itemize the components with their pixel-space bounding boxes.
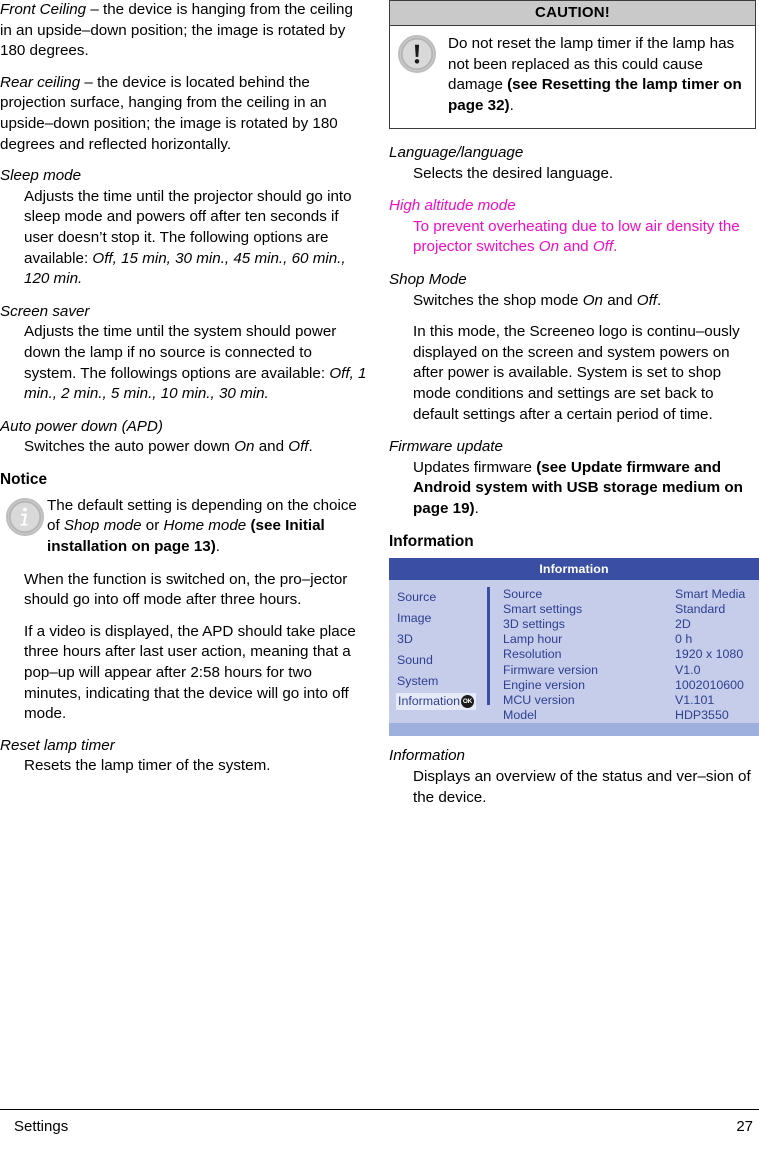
definition-high-altitude-mode: To prevent overheating due to low air de…	[413, 217, 740, 256]
caution-box: CAUTION! Do not reset the lamp timer if …	[389, 0, 756, 129]
osd-info-key: Engine version	[503, 677, 585, 692]
osd-menu-item-label: System	[397, 673, 439, 688]
definition-firmware-update: Updates firmware (see Update firmware an…	[413, 458, 743, 517]
paragraph-front-ceiling: Front Ceiling – the device is hanging fr…	[0, 1, 353, 60]
osd-info-value: 1920 x 1080	[675, 647, 744, 662]
osd-info-value: Smart Media	[675, 586, 746, 601]
manual-page: Front Ceiling – the device is hanging fr…	[0, 0, 759, 1168]
osd-menu-item-image[interactable]: Image	[396, 608, 485, 629]
osd-info-row: Lamp hour 0 h	[503, 632, 751, 647]
osd-info-value: 1002010600	[675, 677, 744, 692]
osd-info-key: Source	[503, 586, 543, 601]
term-sleep-mode: Sleep mode	[0, 167, 82, 185]
osd-info-value: Standard	[675, 601, 726, 616]
osd-menu-item-system[interactable]: System	[396, 671, 485, 692]
term-language: Language/language	[389, 144, 524, 161]
info-icon	[6, 497, 44, 536]
osd-menu: Source Image 3D Sound System Information OK	[389, 587, 485, 724]
right-column: CAUTION! Do not reset the lamp timer if …	[389, 0, 759, 820]
term-firmware-update: Firmware update	[389, 438, 503, 456]
osd-divider	[487, 586, 490, 706]
osd-menu-item-label: Sound	[397, 652, 433, 667]
osd-info-row: 3D settings 2D	[503, 617, 751, 632]
osd-body: Source Image 3D Sound System Information OK So…	[389, 580, 759, 724]
osd-info-key: Firmware version	[503, 662, 599, 677]
definition-information: Displays an overview of the status and v…	[413, 767, 751, 806]
caution-title: CAUTION!	[390, 1, 755, 26]
term-shop-mode: Shop Mode	[389, 270, 467, 288]
osd-title: Information	[389, 557, 759, 580]
paragraph-rear-ceiling: Rear ceiling – the device is located beh…	[0, 73, 338, 153]
osd-menu-item-source[interactable]: Source	[396, 587, 485, 608]
osd-rows: Source Smart Media Smart settings Standard 3…	[503, 587, 759, 724]
term-reset-lamp-timer: Reset lamp timer	[0, 736, 115, 754]
osd-menu-item-information[interactable]: Information OK	[396, 692, 476, 710]
paragraph-shop-mode: In this mode, the Screeneo logo is conti…	[413, 323, 740, 423]
notice-paragraph-2: If a video is displayed, the APD should …	[24, 622, 356, 723]
osd-info-row: Firmware version V1.0	[503, 663, 751, 678]
exclamation-icon	[398, 35, 436, 73]
osd-info-value: V1.101	[675, 692, 715, 707]
osd-menu-item-sound[interactable]: Sound	[396, 650, 485, 671]
term-information: Information	[389, 747, 465, 765]
osd-information-panel: Information Source Image 3D Sound System Info…	[389, 557, 759, 737]
term-high-altitude-mode: High altitude mode	[389, 197, 516, 215]
osd-info-row: Source Smart Media	[503, 587, 751, 602]
footer-section-label: Settings	[14, 1118, 69, 1135]
osd-footer-strip	[389, 723, 759, 737]
term-screen-saver: Screen saver	[0, 302, 90, 320]
osd-info-value: 2D	[675, 616, 691, 631]
definition-sleep-mode: Adjusts the time until the projector sho…	[24, 187, 352, 288]
osd-info-key: 3D settings	[503, 616, 565, 631]
osd-info-row: Model HDP3550	[503, 708, 751, 723]
osd-menu-item-label: Image	[397, 610, 432, 625]
osd-menu-item-label: Information	[398, 693, 460, 708]
notice-paragraph-1: When the function is switched on, the pr…	[24, 570, 348, 609]
osd-info-key: Model	[503, 708, 537, 723]
osd-info-row: Smart settings Standard	[503, 602, 751, 617]
osd-menu-item-label: Source	[397, 589, 437, 604]
definition-screen-saver: Adjusts the time until the system should…	[24, 323, 367, 403]
osd-menu-item-3d[interactable]: 3D	[396, 629, 485, 650]
osd-info-key: Lamp hour	[503, 632, 563, 647]
definition-shop-mode: Switches the shop mode On and Off.	[413, 291, 662, 309]
ok-badge-icon: OK	[460, 694, 474, 708]
osd-info-value: V1.0	[675, 662, 701, 677]
term-auto-power-down: Auto power down (APD)	[0, 417, 163, 435]
osd-info-key: Resolution	[503, 647, 562, 662]
notice-heading: Notice	[0, 470, 48, 488]
osd-menu-item-label: 3D	[397, 631, 413, 646]
osd-info-value: HDP3550	[675, 708, 729, 723]
definition-language: Selects the desired language.	[413, 164, 614, 182]
osd-info-key: MCU version	[503, 692, 575, 707]
information-heading: Information	[389, 532, 474, 550]
definition-auto-power-down: Switches the auto power down On and Off.	[24, 438, 313, 456]
osd-info-row: MCU version V1.101	[503, 693, 751, 708]
definition-reset-lamp-timer: Resets the lamp timer of the system.	[24, 757, 271, 775]
footer-page-number: 27	[736, 1118, 753, 1135]
osd-info-row: Resolution 1920 x 1080	[503, 647, 751, 662]
notice-text: The default setting is depending on the …	[47, 496, 357, 556]
osd-info-value: 0 h	[675, 632, 693, 647]
notice-block: The default setting is depending on the …	[0, 496, 367, 558]
osd-info-key: Smart settings	[503, 601, 583, 616]
caution-text: Do not reset the lamp timer if the lamp …	[448, 35, 742, 114]
page-footer: Settings 27	[0, 1109, 759, 1149]
left-column: Front Ceiling – the device is hanging fr…	[0, 0, 367, 789]
osd-info-row: Engine version 1002010600	[503, 678, 751, 693]
caution-body: Do not reset the lamp timer if the lamp …	[390, 26, 755, 128]
